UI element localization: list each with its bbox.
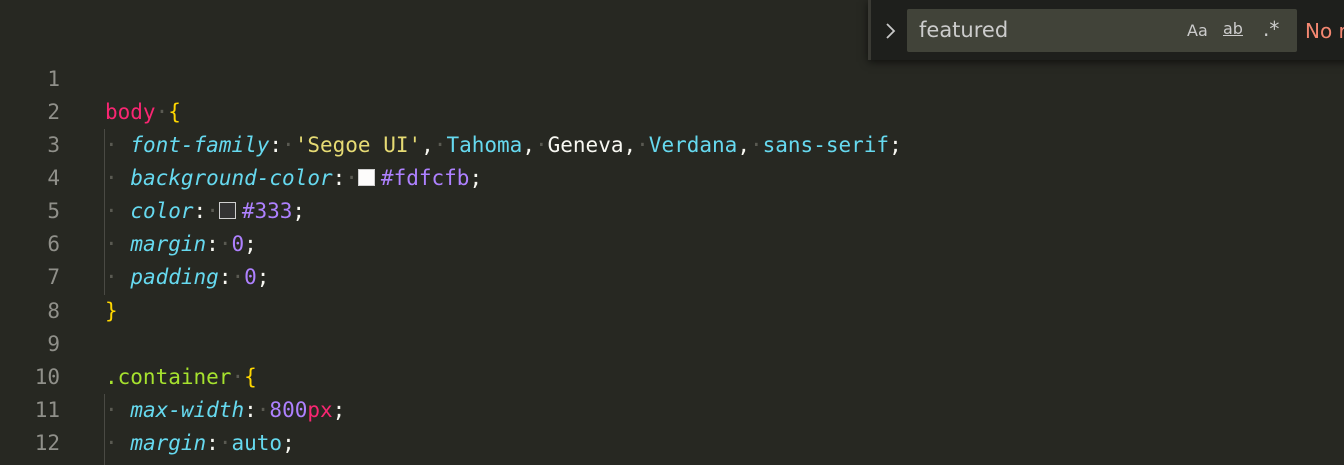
- find-input[interactable]: featured Aa ab .*: [907, 9, 1297, 52]
- code-line: · margin:·auto;: [105, 431, 295, 455]
- open-brace: {: [244, 365, 257, 389]
- css-selector: body: [105, 100, 156, 124]
- line-number: 1: [47, 67, 60, 91]
- css-value: 'Segoe UI': [294, 133, 422, 157]
- css-value: #333: [241, 199, 293, 223]
- line-number: 11: [34, 398, 60, 422]
- code-line: · max-width:·800px;: [105, 398, 346, 422]
- css-value: 800: [269, 398, 308, 422]
- line-number: 8: [47, 299, 60, 323]
- whole-word-label: ab: [1223, 19, 1243, 38]
- find-status: No r: [1305, 19, 1344, 43]
- css-value: sans-serif: [762, 133, 890, 157]
- line-number: 2: [47, 100, 60, 124]
- css-value: Geneva: [547, 133, 624, 157]
- toggle-replace-chevron-icon[interactable]: [881, 20, 901, 42]
- line-number: 10: [34, 365, 60, 389]
- code-line: · margin:·0;: [105, 232, 257, 256]
- css-value: #fdfcfb: [380, 166, 470, 190]
- code-line: · font-family:·'Segoe UI',·Tahoma,·Genev…: [105, 133, 902, 157]
- line-number: 5: [47, 199, 60, 223]
- css-value: Verdana: [648, 133, 738, 157]
- css-property: margin: [130, 232, 207, 256]
- color-swatch[interactable]: [357, 169, 375, 186]
- css-property: padding: [130, 265, 219, 289]
- match-case-button[interactable]: Aa: [1187, 19, 1208, 43]
- css-value: auto: [231, 431, 283, 455]
- find-widget: featured Aa ab .* No r: [868, 0, 1344, 60]
- css-selector: .container: [105, 365, 232, 389]
- code-line: · background-color:· #fdfcfb;: [105, 166, 483, 190]
- css-property: color: [130, 199, 194, 223]
- css-property: margin: [130, 431, 207, 455]
- code-line: · color:· #333;: [105, 199, 306, 223]
- css-value: 0: [244, 265, 257, 289]
- line-number: 12: [34, 431, 60, 455]
- line-number: 7: [47, 265, 60, 289]
- find-input-value: featured: [919, 18, 1009, 42]
- code-line: .container·{: [105, 365, 257, 389]
- code-line: body·{: [105, 100, 181, 124]
- css-property: font-family: [130, 133, 270, 157]
- css-value: Tahoma: [446, 133, 523, 157]
- css-value: 0: [231, 232, 245, 256]
- line-number: 4: [47, 166, 60, 190]
- line-number: 3: [47, 133, 60, 157]
- line-number: 9: [47, 332, 60, 356]
- regex-button[interactable]: .*: [1263, 17, 1279, 41]
- css-unit: px: [307, 398, 333, 422]
- whole-word-button[interactable]: ab: [1223, 17, 1243, 41]
- close-brace: }: [105, 299, 118, 323]
- code-line: }: [105, 295, 118, 328]
- code-line: · padding:·0;: [105, 265, 270, 289]
- open-brace: {: [168, 100, 181, 124]
- css-property: background-color: [130, 166, 333, 190]
- code-editor[interactable]: 1 2 3 4 5 6 7 8 9 10 11 12 body·{ · font…: [0, 0, 1344, 465]
- css-property: max-width: [130, 398, 245, 422]
- color-swatch[interactable]: [218, 202, 236, 219]
- line-number: 6: [47, 232, 60, 256]
